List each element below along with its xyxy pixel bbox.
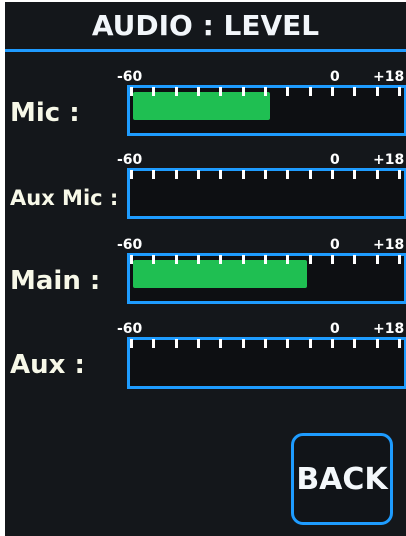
scale-min-label: -60 — [117, 237, 143, 253]
level-fill — [133, 92, 270, 120]
scale-zero-label: 0 — [330, 237, 340, 253]
level-meter-aux — [127, 337, 406, 389]
meter-tick — [286, 87, 289, 96]
scale-max-label: +18 — [373, 321, 405, 337]
level-fill — [133, 260, 307, 288]
meter-tick — [353, 339, 356, 348]
level-meter-main — [127, 253, 406, 304]
meter-tick — [309, 255, 312, 264]
meter-tick — [398, 170, 401, 179]
meter-tick — [331, 255, 334, 264]
meter-tick — [264, 255, 267, 264]
meter-tick — [376, 170, 379, 179]
meter-tick — [286, 255, 289, 264]
meter-tick — [264, 87, 267, 96]
meter-tick — [398, 87, 401, 96]
meter-tick — [175, 339, 178, 348]
scale-min-label: -60 — [117, 321, 143, 337]
back-button[interactable]: BACK — [291, 433, 393, 525]
title-divider — [5, 49, 406, 52]
meter-tick — [175, 87, 178, 96]
meter-tick — [398, 255, 401, 264]
scale-zero-label: 0 — [330, 321, 340, 337]
meter-tick — [242, 87, 245, 96]
meter-tick — [130, 339, 133, 348]
meter-tick — [242, 170, 245, 179]
scale-min-label: -60 — [117, 69, 143, 85]
meter-tick — [130, 255, 133, 264]
meter-tick — [242, 339, 245, 348]
meter-tick — [286, 339, 289, 348]
meter-tick — [264, 339, 267, 348]
scale-max-label: +18 — [373, 152, 405, 168]
meter-tick — [353, 170, 356, 179]
meter-tick — [219, 339, 222, 348]
meter-tick — [376, 339, 379, 348]
meter-tick — [197, 170, 200, 179]
meter-tick — [398, 339, 401, 348]
channel-label-aux-mic: Aux Mic : — [10, 186, 119, 210]
scale-min-label: -60 — [117, 152, 143, 168]
meter-tick — [175, 170, 178, 179]
scale-max-label: +18 — [373, 69, 405, 85]
scale-zero-label: 0 — [330, 152, 340, 168]
meter-tick — [376, 255, 379, 264]
page-title: AUDIO : LEVEL — [91, 9, 320, 42]
meter-tick — [242, 255, 245, 264]
meter-tick — [376, 87, 379, 96]
meter-tick — [197, 255, 200, 264]
channel-label-aux: Aux : — [10, 350, 85, 380]
scale-zero-label: 0 — [330, 69, 340, 85]
meter-tick — [152, 255, 155, 264]
meter-tick — [331, 87, 334, 96]
meter-tick — [152, 339, 155, 348]
meter-tick — [331, 339, 334, 348]
meter-tick — [197, 87, 200, 96]
meter-tick — [197, 339, 200, 348]
meter-tick — [219, 255, 222, 264]
meter-tick — [175, 255, 178, 264]
screen: AUDIO : LEVEL Mic : -60 0 +18 Aux Mic : … — [5, 2, 406, 536]
meter-tick — [152, 170, 155, 179]
meter-tick — [219, 87, 222, 96]
channel-label-mic: Mic : — [10, 98, 80, 128]
meter-tick — [309, 87, 312, 96]
meter-tick — [264, 170, 267, 179]
meter-tick — [286, 170, 289, 179]
level-meter-aux-mic — [127, 168, 406, 219]
scale-max-label: +18 — [373, 237, 405, 253]
meter-tick — [130, 170, 133, 179]
meter-tick — [219, 170, 222, 179]
meter-tick — [309, 170, 312, 179]
channel-label-main: Main : — [10, 266, 101, 296]
meter-tick — [152, 87, 155, 96]
meter-tick — [130, 87, 133, 96]
level-meter-mic — [127, 85, 406, 136]
meter-tick — [309, 339, 312, 348]
meter-tick — [353, 87, 356, 96]
meter-tick — [353, 255, 356, 264]
meter-tick — [331, 170, 334, 179]
